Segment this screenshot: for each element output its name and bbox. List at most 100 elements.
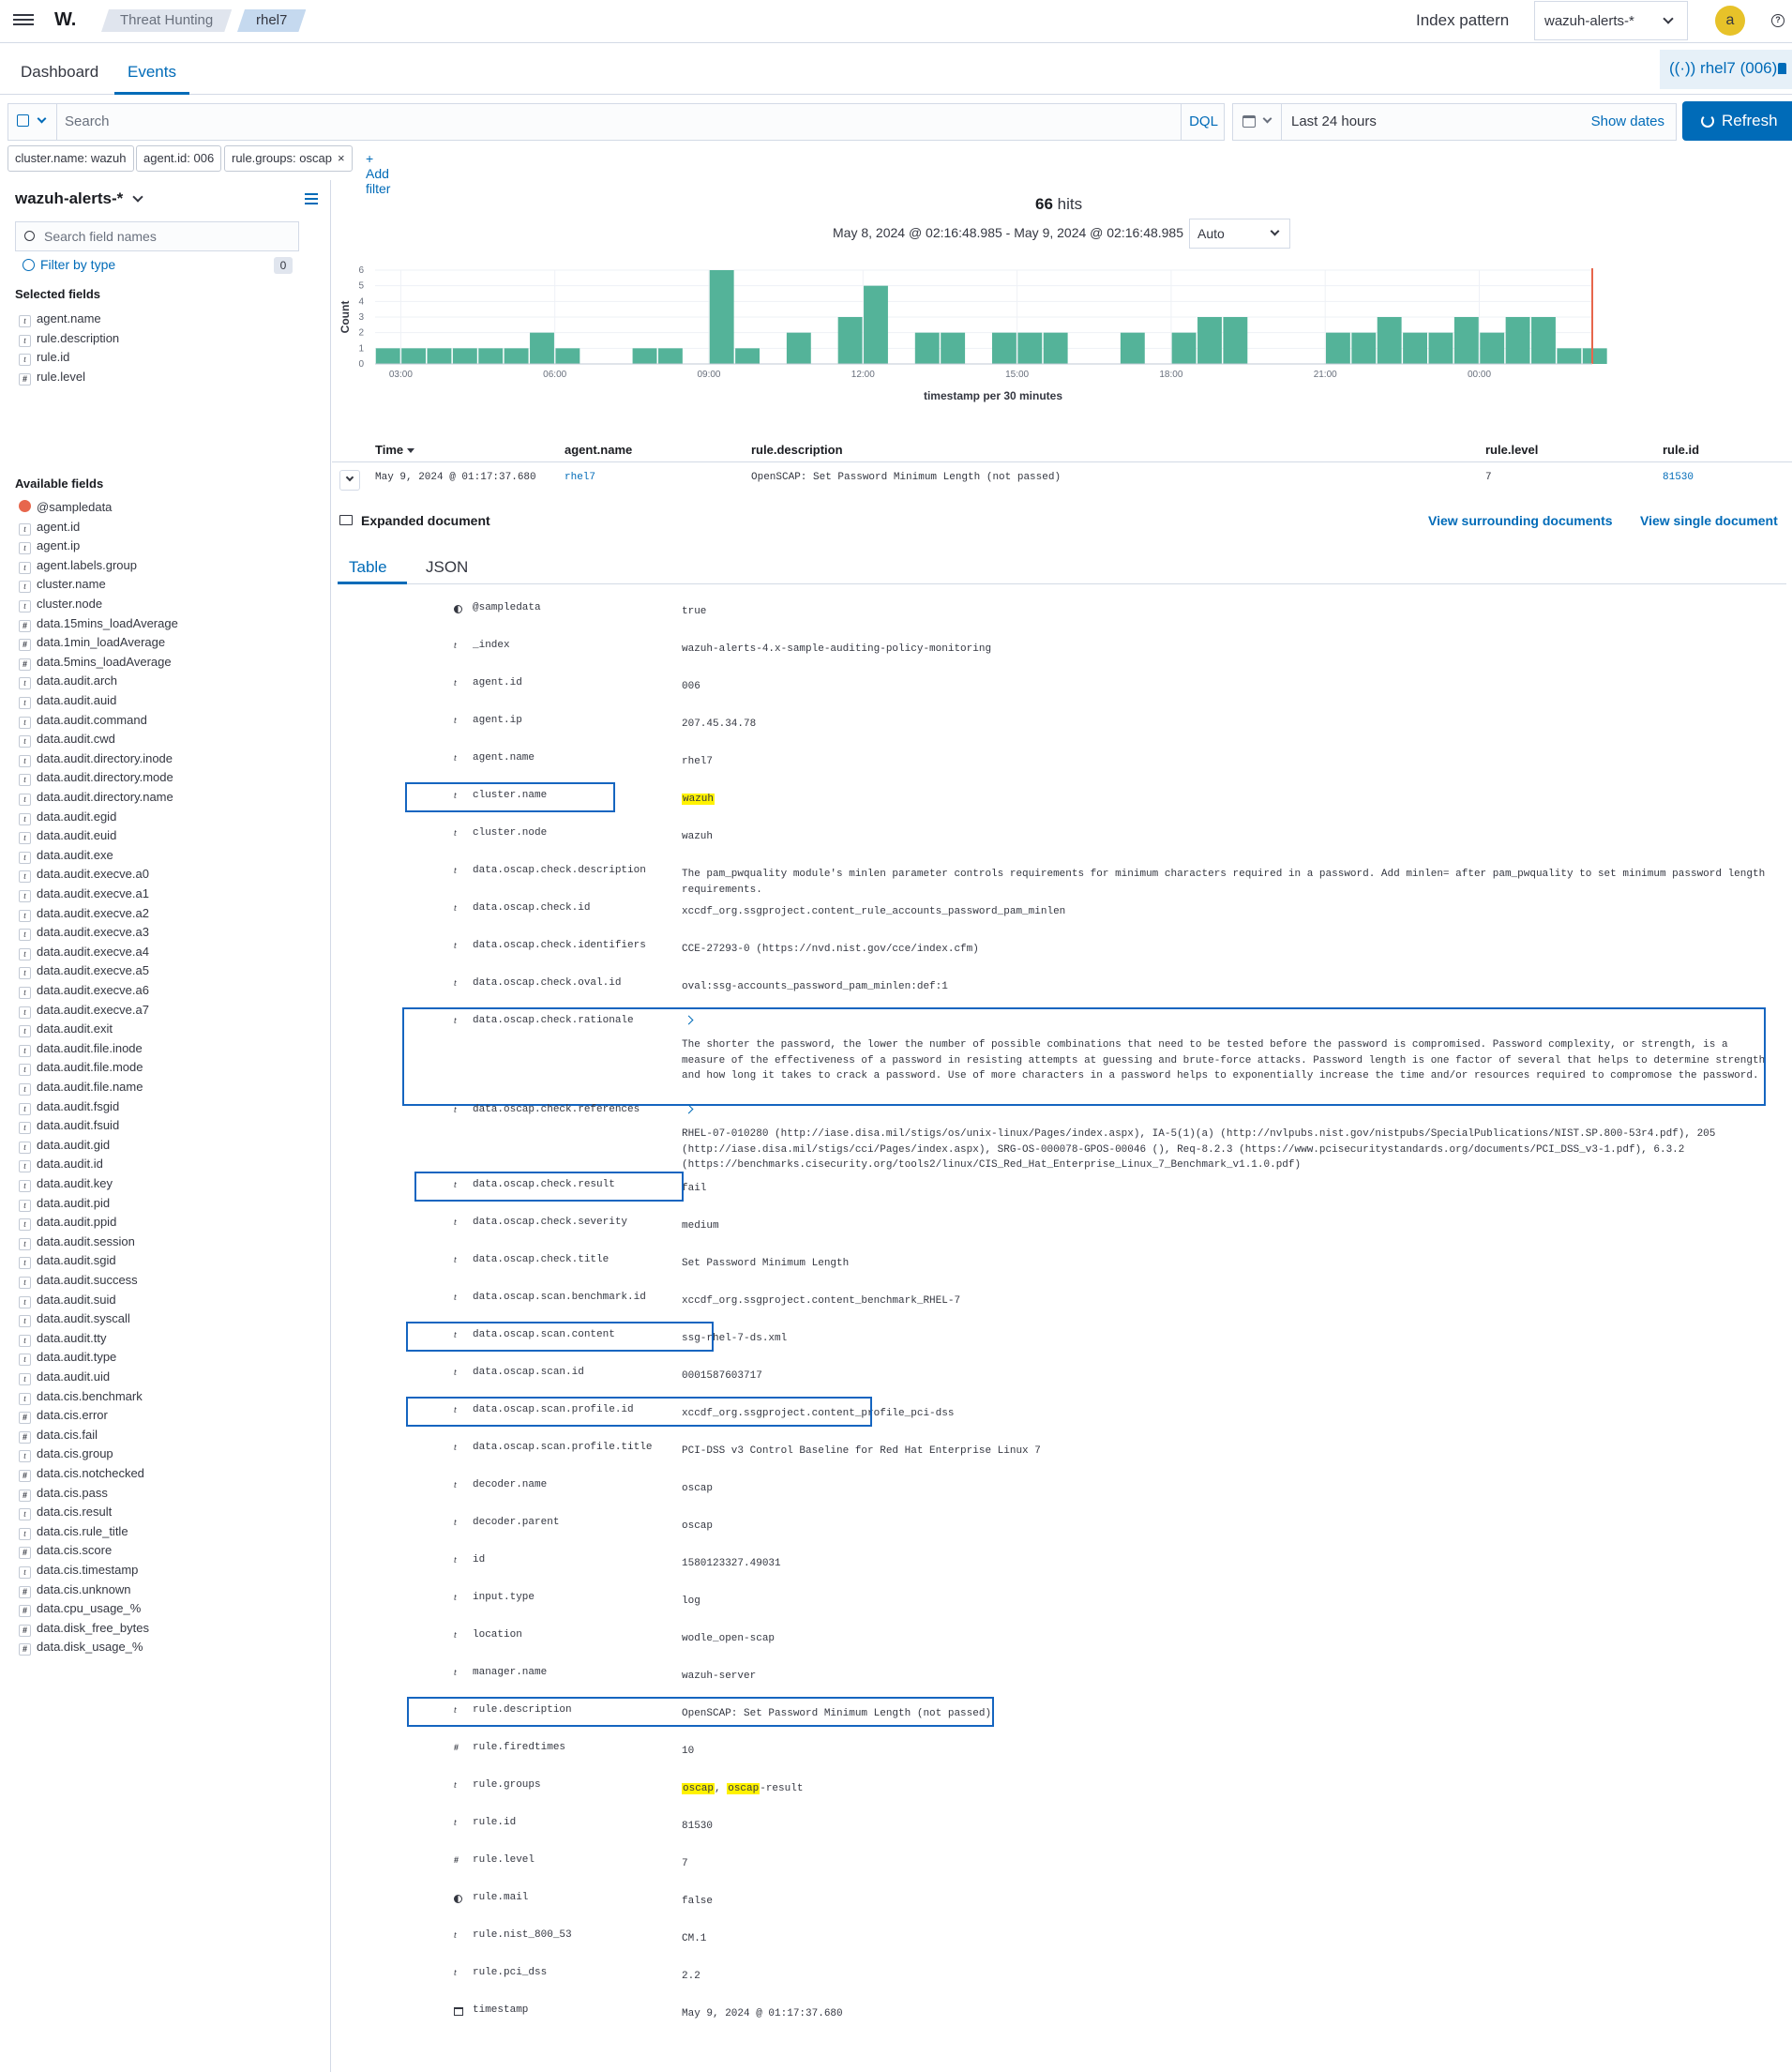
sidebar-field-data-cis-pass[interactable]: # data.cis.pass [19, 1486, 108, 1502]
view-single-link[interactable]: View single document [1640, 513, 1778, 528]
refresh-button[interactable]: Refresh [1682, 101, 1792, 141]
interval-select[interactable]: Auto [1189, 219, 1290, 249]
filter-pill-cluster-name[interactable]: cluster.name: wazuh [8, 145, 134, 172]
help-icon[interactable]: ? [1771, 14, 1784, 27]
sidebar-field-data-audit-execve-a0[interactable]: t data.audit.execve.a0 [19, 867, 149, 884]
sidebar-field-data-audit-uid[interactable]: t data.audit.uid [19, 1369, 110, 1385]
field-search-input[interactable] [44, 229, 288, 244]
sidebar-field-data-audit-pid[interactable]: t data.audit.pid [19, 1196, 110, 1212]
sidebar-field-data-cis-fail[interactable]: # data.cis.fail [19, 1428, 98, 1444]
sidebar-field-data-audit-type[interactable]: t data.audit.type [19, 1350, 116, 1367]
close-icon[interactable]: × [338, 151, 345, 165]
sidebar-field-data-5mins-loadaverage[interactable]: # data.5mins_loadAverage [19, 655, 172, 671]
column-header-rule-description[interactable]: rule.description [751, 443, 843, 457]
sidebar-field-agent-name[interactable]: t agent.name [19, 311, 101, 327]
sidebar-field-data-audit-execve-a1[interactable]: t data.audit.execve.a1 [19, 886, 149, 902]
sidebar-field-data-audit-execve-a3[interactable]: t data.audit.execve.a3 [19, 925, 149, 942]
doc-field-value[interactable]: 81530 [682, 1819, 713, 1835]
sidebar-field-data-audit-ppid[interactable]: t data.audit.ppid [19, 1215, 116, 1232]
row-expand-toggle[interactable] [339, 470, 360, 491]
column-header-time[interactable]: Time [375, 443, 415, 457]
sidebar-field-data-audit-execve-a6[interactable]: t data.audit.execve.a6 [19, 983, 149, 999]
sidebar-field-data-audit-gid[interactable]: t data.audit.gid [19, 1138, 110, 1154]
sidebar-field-rule-description[interactable]: t rule.description [19, 331, 119, 347]
saved-query-button[interactable] [8, 104, 57, 140]
sidebar-field-data-cis-unknown[interactable]: # data.cis.unknown [19, 1582, 130, 1598]
sidebar-field-data-audit-id[interactable]: t data.audit.id [19, 1157, 103, 1173]
pin-icon[interactable] [1778, 63, 1786, 74]
cell-agent-name[interactable]: rhel7 [565, 472, 595, 483]
filter-pill-agent-id[interactable]: agent.id: 006 [136, 145, 222, 172]
agent-pinned-badge[interactable]: ((·)) rhel7 (006) [1660, 50, 1792, 89]
breadcrumb-agent[interactable]: rhel7 [237, 9, 306, 32]
sidebar-field-data-audit-cwd[interactable]: t data.audit.cwd [19, 732, 115, 749]
date-range-text[interactable]: Last 24 hours [1291, 113, 1377, 129]
tab-dashboard[interactable]: Dashboard [21, 63, 98, 82]
sidebar-field-data-audit-auid[interactable]: t data.audit.auid [19, 693, 116, 709]
sidebar-field-data-cis-benchmark[interactable]: t data.cis.benchmark [19, 1389, 143, 1405]
sidebar-field-data-audit-directory-mode[interactable]: t data.audit.directory.mode [19, 770, 173, 787]
sidebar-field-agent-id[interactable]: t agent.id [19, 520, 80, 536]
sidebar-field-agent-labels-group[interactable]: t agent.labels.group [19, 558, 137, 574]
sidebar-field-data-audit-fsuid[interactable]: t data.audit.fsuid [19, 1118, 119, 1135]
sidebar-field-data-audit-arch[interactable]: t data.audit.arch [19, 673, 117, 690]
sidebar-field-data-cis-group[interactable]: t data.cis.group [19, 1446, 113, 1463]
sidebar-field-data-audit-key[interactable]: t data.audit.key [19, 1176, 113, 1192]
wazuh-logo[interactable]: W. [54, 9, 76, 31]
sidebar-index-pattern[interactable]: wazuh-alerts-* [15, 189, 143, 208]
sidebar-field-data-cis-notchecked[interactable]: # data.cis.notchecked [19, 1466, 144, 1482]
add-filter-button[interactable]: + Add filter [366, 151, 390, 196]
sidebar-field-data-audit-session[interactable]: t data.audit.session [19, 1234, 135, 1250]
tab-events[interactable]: Events [128, 63, 176, 82]
breadcrumb-threat-hunting[interactable]: Threat Hunting [101, 9, 232, 32]
sidebar-field-data-15mins-loadaverage[interactable]: # data.15mins_loadAverage [19, 616, 178, 632]
filter-by-type-button[interactable]: Filter by type [23, 257, 115, 272]
sidebar-field-data-cis-timestamp[interactable]: t data.cis.timestamp [19, 1563, 138, 1579]
avatar[interactable]: a [1715, 6, 1745, 36]
view-surrounding-link[interactable]: View surrounding documents [1428, 513, 1613, 528]
column-header-rule-id[interactable]: rule.id [1663, 443, 1699, 457]
query-language-button[interactable]: DQL [1181, 104, 1226, 140]
sidebar-field-data-audit-suid[interactable]: t data.audit.suid [19, 1293, 116, 1308]
sidebar-field-data-audit-file-inode[interactable]: t data.audit.file.inode [19, 1041, 143, 1057]
sidebar-field-data-cis-score[interactable]: # data.cis.score [19, 1543, 112, 1560]
sidebar-field-data-audit-execve-a4[interactable]: t data.audit.execve.a4 [19, 945, 149, 960]
sidebar-field-data-audit-execve-a5[interactable]: t data.audit.execve.a5 [19, 963, 149, 980]
expand-chevron-icon[interactable] [684, 1104, 694, 1114]
doc-field-value[interactable]: 006 [682, 679, 700, 695]
sidebar-field-data-cpu-usage[interactable]: # data.cpu_usage_% [19, 1601, 141, 1618]
filter-pill-rule-groups[interactable]: rule.groups: oscap × [224, 145, 353, 172]
show-dates-link[interactable]: Show dates [1591, 113, 1664, 129]
sidebar-field-data-audit-euid[interactable]: t data.audit.euid [19, 828, 116, 845]
search-input[interactable] [65, 113, 1096, 129]
sidebar-field-data-audit-exe[interactable]: t data.audit.exe [19, 848, 113, 864]
sidebar-field-agent-ip[interactable]: t agent.ip [19, 538, 80, 555]
index-pattern-select[interactable]: wazuh-alerts-* [1534, 1, 1688, 40]
sidebar-field-data-cis-error[interactable]: # data.cis.error [19, 1408, 108, 1425]
sidebar-field-data-audit-execve-a7[interactable]: t data.audit.execve.a7 [19, 1003, 149, 1019]
tab-table[interactable]: Table [349, 558, 387, 577]
menu-icon[interactable] [13, 11, 34, 30]
tab-json[interactable]: JSON [426, 558, 468, 577]
cell-rule-id[interactable]: 81530 [1663, 472, 1694, 483]
sidebar-field-data-audit-file-mode[interactable]: t data.audit.file.mode [19, 1060, 143, 1077]
column-header-agent-name[interactable]: agent.name [565, 443, 632, 457]
sidebar-field-data-audit-exit[interactable]: t data.audit.exit [19, 1021, 113, 1038]
sidebar-field-data-disk-free-bytes[interactable]: # data.disk_free_bytes [19, 1621, 149, 1637]
sidebar-field-data-audit-execve-a2[interactable]: t data.audit.execve.a2 [19, 906, 149, 922]
sidebar-field-data-audit-file-name[interactable]: t data.audit.file.name [19, 1080, 143, 1096]
sidebar-field-data-1min-loadaverage[interactable]: # data.1min_loadAverage [19, 635, 165, 652]
doc-field-value[interactable]: rhel7 [682, 754, 713, 770]
sidebar-field-data-audit-syscall[interactable]: t data.audit.syscall [19, 1311, 130, 1328]
sidebar-field-data-cis-rule-title[interactable]: t data.cis.rule_title [19, 1524, 128, 1540]
sidebar-field-data-audit-directory-inode[interactable]: t data.audit.directory.inode [19, 751, 173, 767]
sidebar-field-data-cis-result[interactable]: t data.cis.result [19, 1505, 112, 1521]
quick-date-button[interactable] [1233, 104, 1282, 140]
sidebar-field-rule-id[interactable]: t rule.id [19, 350, 69, 367]
sidebar-field-sampledata[interactable]: @sampledata [19, 500, 112, 514]
sidebar-field-data-audit-tty[interactable]: t data.audit.tty [19, 1331, 106, 1347]
sort-icon[interactable] [407, 448, 415, 453]
sidebar-field-data-audit-command[interactable]: t data.audit.command [19, 713, 147, 729]
sidebar-field-data-audit-sgid[interactable]: t data.audit.sgid [19, 1253, 116, 1270]
sidebar-field-data-audit-egid[interactable]: t data.audit.egid [19, 809, 116, 825]
